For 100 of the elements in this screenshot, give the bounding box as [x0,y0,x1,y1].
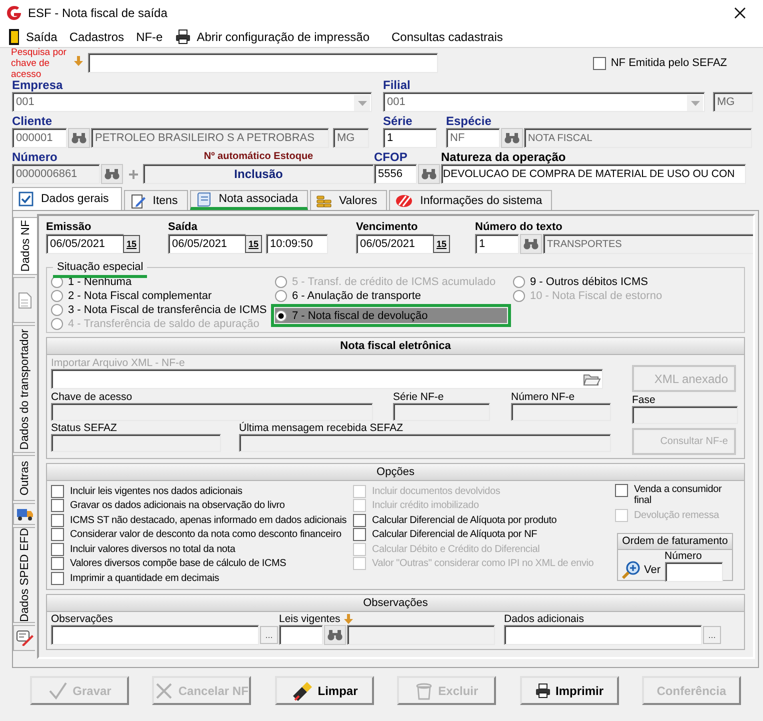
window-title: ESF - Nota fiscal de saída [28,6,168,20]
field-label: Última mensagem recebida SEFAZ [239,422,404,434]
text-field[interactable] [504,624,702,644]
menu-item[interactable]: Consultas cadastrais [390,26,509,46]
plus-icon [128,168,139,180]
view-button[interactable]: Ver [621,560,661,582]
calendar-button[interactable]: 15 [123,235,140,253]
action-button[interactable]: Limpar [274,676,374,705]
date-field[interactable]: 06/05/2021 [356,234,434,254]
lookup-button[interactable] [101,164,123,184]
lookup-button[interactable] [68,128,90,148]
time-field[interactable]: 10:09:50 [266,234,328,254]
checkbox[interactable] [353,528,366,542]
date-field[interactable]: 06/05/2021 [168,234,246,254]
side-tab[interactable] [13,503,35,525]
uf-field[interactable]: MG [713,92,753,112]
binoculars-icon [327,628,343,640]
tab[interactable]: Nota associada [190,190,308,210]
trash-icon [415,682,434,700]
radio-option[interactable]: 6 - Anulação de transporte [275,289,513,303]
lookup-button[interactable] [501,128,523,148]
lookup-button[interactable] [418,164,440,184]
radio-option[interactable]: 7 - Nota fiscal de devolução [275,308,507,323]
menu-item[interactable]: Saída [6,26,64,46]
name-field[interactable]: PETROLEO BRASILEIRO S A PETROBRAS [91,128,329,148]
radio-option[interactable]: 9 - Outros débitos ICMS [513,275,703,289]
down-arrow-icon [344,614,354,624]
checkbox[interactable] [353,514,366,527]
radio-button[interactable] [275,310,287,322]
tab[interactable]: Informações do sistema [389,190,552,210]
serie-field[interactable]: 1 [383,128,437,148]
number-field[interactable] [664,562,723,582]
number-field[interactable] [511,403,611,421]
name-field[interactable]: TRANSPORTES [543,234,753,254]
tab[interactable]: Itens [124,190,188,210]
side-tab[interactable] [13,625,35,651]
checkbox[interactable] [615,484,628,497]
checkbox[interactable] [592,56,606,70]
radio-option[interactable]: 3 - Nota Fiscal de transferência de ICMS [51,303,275,317]
name-field[interactable] [347,624,495,644]
search-field[interactable] [88,53,438,73]
group-title: Ordem de faturamento [618,534,732,550]
stock-label: Nº automático Estoque [202,150,314,164]
phase-field[interactable] [632,406,738,424]
code-field[interactable]: 1 [475,234,519,254]
radio-option[interactable]: 2 - Nota Fiscal complementar [51,289,275,303]
calendar-button[interactable]: 15 [433,235,450,253]
checkbox[interactable] [51,499,64,512]
calendar-button[interactable]: 15 [245,235,262,253]
menu-item[interactable]: Cadastros [67,26,130,46]
field-label: Número do texto [475,221,564,234]
message-field[interactable] [239,434,611,452]
field-label: Chave de acesso [51,391,134,403]
key-field[interactable] [51,403,373,421]
checkbox[interactable] [51,542,64,556]
stripes-icon [395,194,414,208]
radio-button[interactable] [275,290,287,302]
status-field[interactable]: Inclusão [143,164,374,184]
field-label: CFOP [374,150,408,164]
checkbox[interactable] [51,572,64,585]
menu-item[interactable]: NF-e [134,26,169,46]
status-field[interactable] [51,434,221,452]
pencil-icon [130,192,146,208]
radio-button[interactable] [51,290,63,302]
code-field[interactable]: NF [446,128,500,148]
number-field[interactable]: 0000006861 [12,164,100,184]
radio-button[interactable] [51,304,63,316]
tab[interactable]: Dados gerais [12,187,122,210]
section-header: Observações [47,594,744,612]
checkbox[interactable] [51,484,64,498]
field-label: Importar Arquivo XML - NF-e [51,357,186,369]
tab[interactable]: Valores [310,190,388,210]
more-button[interactable]: ... [260,626,278,644]
side-tab[interactable]: Dados SPED EFD [13,527,35,623]
series-field[interactable] [393,403,490,421]
radio-button[interactable] [513,276,525,288]
name-field[interactable]: NOTA FISCAL [524,128,752,148]
action-button[interactable]: Imprimir [520,676,619,705]
code-field[interactable]: 000001 [12,128,67,148]
checkbox[interactable] [51,514,64,527]
dropdown-value: 001 [16,95,34,109]
side-tab[interactable]: Dados NF [13,217,37,275]
side-tab[interactable]: Outras [13,455,35,501]
lookup-button[interactable] [324,624,346,644]
cfop-field[interactable]: 5556 [374,164,417,184]
code-field[interactable] [279,624,323,644]
date-field[interactable]: 06/05/2021 [46,234,124,254]
dropdown[interactable]: 001 [12,92,372,112]
menu-item[interactable]: Abrir configuração de impressão [172,26,376,46]
lookup-button[interactable] [520,234,542,254]
more-button[interactable]: ... [703,626,721,644]
dropdown[interactable]: 001 [383,92,705,112]
text-field[interactable] [51,624,259,644]
nature-field[interactable]: DEVOLUCAO DE COMPRA DE MATERIAL DE USO OU CON [441,164,746,184]
checkbox[interactable] [51,557,64,570]
checkbox[interactable] [51,528,64,542]
side-tab[interactable]: Dados do transportador [13,325,35,453]
checkbox-label: Incluir valores diversos no total da nota [70,544,236,555]
file-field[interactable] [51,369,603,389]
uf-field[interactable]: MG [333,128,369,148]
